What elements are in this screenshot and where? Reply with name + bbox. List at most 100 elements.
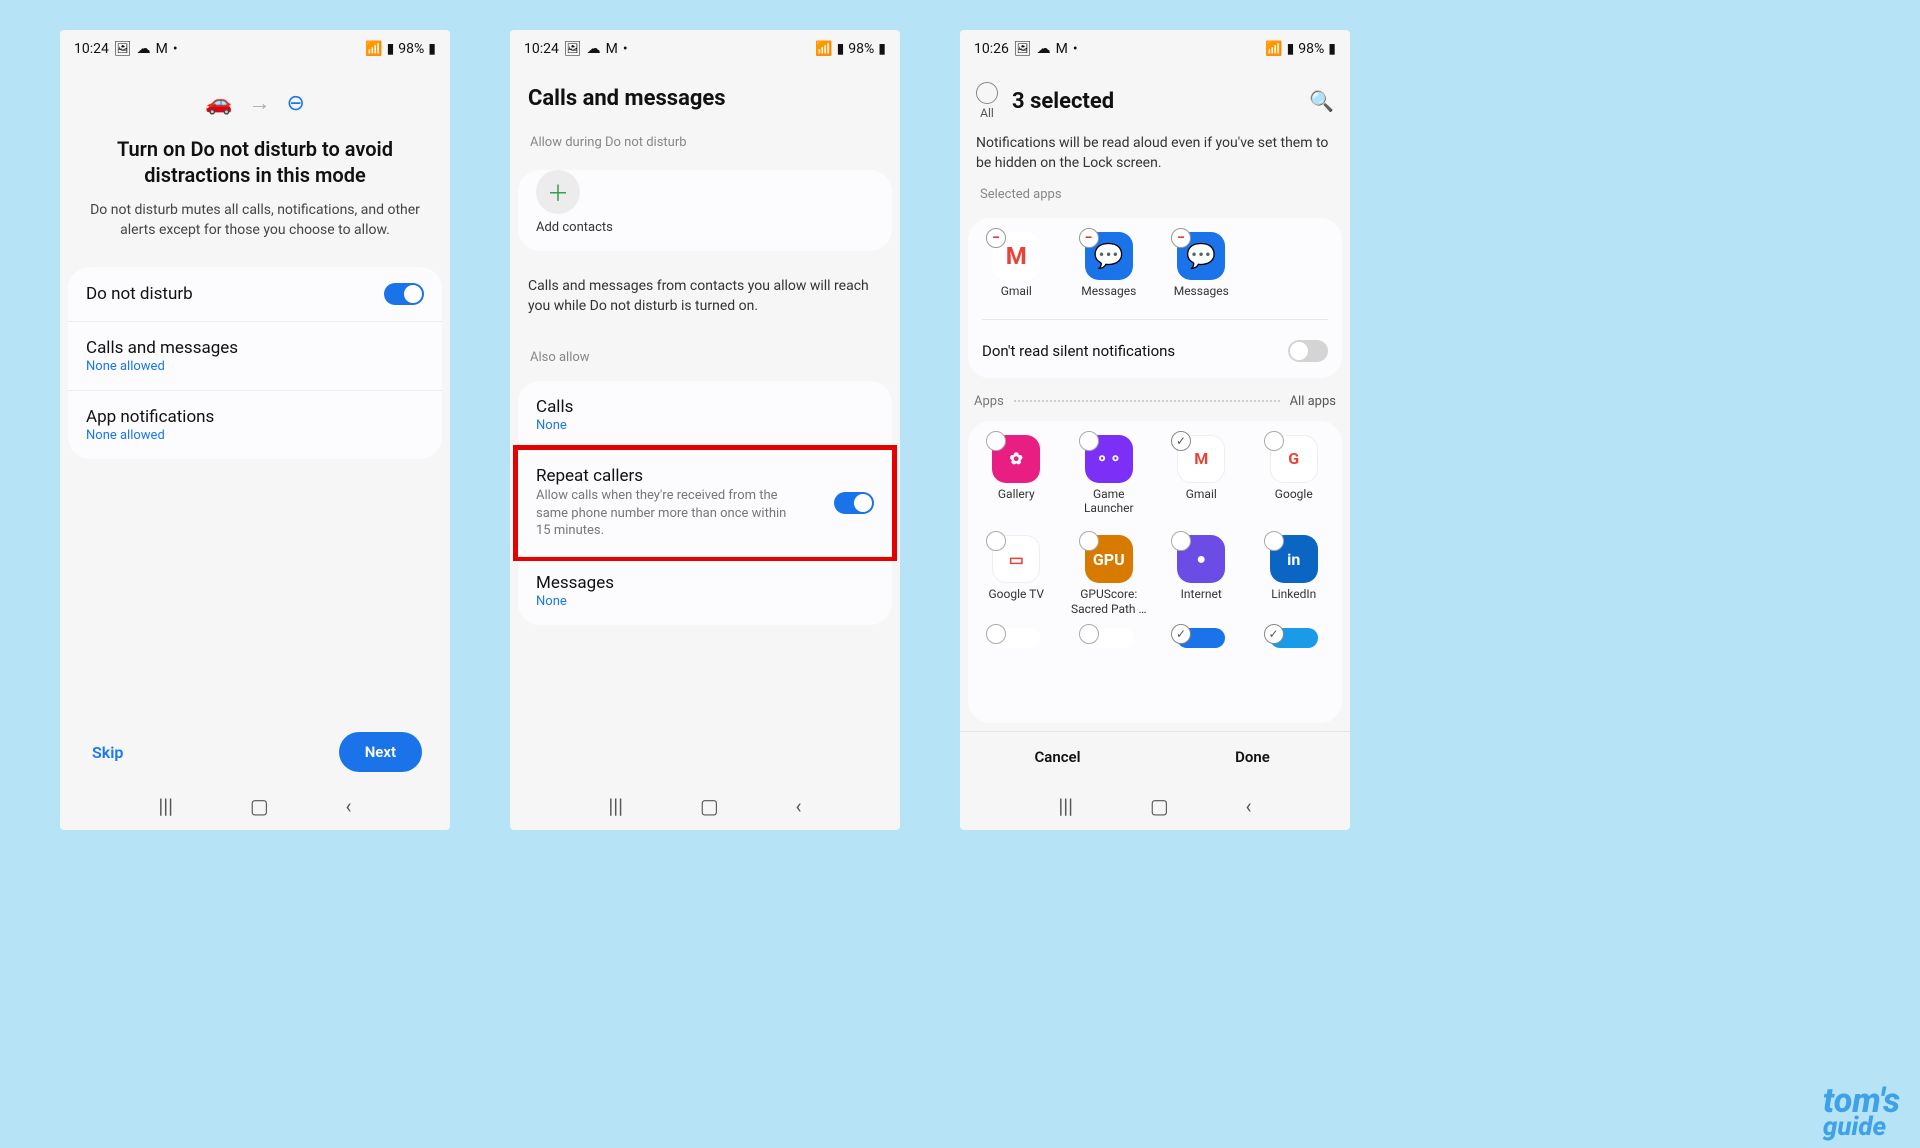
selected-app-cell[interactable]: −💬Messages: [1065, 226, 1154, 304]
calls-row[interactable]: Calls and messages None allowed: [68, 322, 442, 391]
remove-badge-icon[interactable]: −: [1079, 228, 1099, 248]
app-cell[interactable]: ●Internet: [1157, 529, 1246, 622]
plus-icon: ＋: [547, 176, 569, 208]
check-badge: ✓: [1264, 624, 1284, 644]
app-name-label: Messages: [1174, 284, 1229, 298]
calls-label: Calls and messages: [86, 338, 238, 358]
app-name-label: Internet: [1181, 587, 1222, 601]
nav-recents-icon[interactable]: |||: [608, 794, 623, 818]
nav-home-icon[interactable]: ▢: [250, 794, 269, 818]
battery-icon: ▮: [428, 41, 436, 57]
status-time: 10:24: [524, 41, 559, 57]
footer-actions: Skip Next: [60, 732, 450, 782]
cloud-icon: ☁: [587, 41, 601, 57]
nav-recents-icon[interactable]: |||: [158, 794, 173, 818]
gmail-status-icon: M: [606, 41, 618, 57]
selection-count-title: 3 selected: [1012, 89, 1295, 114]
selected-apps-card: −MGmail−💬Messages−💬Messages Don't read s…: [968, 218, 1342, 377]
app-cell[interactable]: ⚬⚬Game Launcher: [1065, 429, 1154, 522]
check-badge: [1079, 624, 1099, 644]
add-contacts-card: ＋ Add contacts: [518, 170, 892, 251]
repeat-callers-toggle[interactable]: [834, 492, 874, 514]
app-cell[interactable]: ✓MGmail: [1157, 429, 1246, 522]
phone-screen-2: 10:24 🖼 ☁ M • 📶 ▮ 98% ▮ Calls and messag…: [510, 30, 900, 830]
selected-apps-label: Selected apps: [960, 187, 1350, 210]
check-badge: ✓: [1171, 431, 1191, 451]
apps-header: Apps: [974, 394, 1004, 409]
search-icon[interactable]: 🔍: [1309, 89, 1334, 113]
dot-icon: •: [623, 41, 628, 57]
check-badge: [1264, 531, 1284, 551]
signal-icon: ▮: [1287, 41, 1295, 57]
silent-label: Don't read silent notifications: [982, 342, 1175, 360]
done-button[interactable]: Done: [1155, 732, 1350, 782]
cancel-button[interactable]: Cancel: [960, 732, 1155, 782]
wifi-icon: 📶: [815, 41, 832, 57]
battery-text: 98%: [1298, 41, 1324, 57]
messages-setting-label: Messages: [536, 573, 614, 593]
nav-home-icon[interactable]: ▢: [1150, 794, 1169, 818]
info-text: Calls and messages from contacts you all…: [510, 259, 900, 334]
selected-app-cell[interactable]: −💬Messages: [1157, 226, 1246, 304]
calls-setting-row[interactable]: Calls None: [518, 381, 892, 450]
nav-home-icon[interactable]: ▢: [700, 794, 719, 818]
phone-screen-1: 10:24 🖼 ☁ M • 📶 ▮ 98% ▮ 🚗 → ⊖ Turn on Do…: [60, 30, 450, 830]
all-apps-link[interactable]: All apps: [1290, 394, 1336, 409]
settings-card: Do not disturb Calls and messages None a…: [68, 267, 442, 459]
calls-setting-label: Calls: [536, 397, 573, 417]
silent-toggle[interactable]: [1288, 340, 1328, 362]
calls-setting-sub: None: [536, 418, 573, 433]
select-all-radio[interactable]: [976, 82, 998, 104]
app-cell[interactable]: ✿Gallery: [972, 429, 1061, 522]
divider: [982, 319, 1328, 320]
nav-bar: ||| ▢ ‹: [960, 782, 1350, 830]
add-contacts-button[interactable]: ＋: [536, 170, 580, 214]
gmail-status-icon: M: [1056, 41, 1068, 57]
battery-icon: ▮: [1328, 41, 1336, 57]
dnd-icon: ⊖: [286, 91, 304, 116]
apps-grid: ✿Gallery⚬⚬Game Launcher✓MGmailGGoogle ▭Go…: [968, 421, 1342, 623]
status-bar: 10:24 🖼 ☁ M • 📶 ▮ 98% ▮: [60, 30, 450, 62]
app-cell-partial[interactable]: [1065, 622, 1154, 658]
check-badge: [986, 624, 1006, 644]
car-icon: 🚗: [205, 91, 232, 116]
page-title: Calls and messages: [510, 62, 900, 119]
status-time: 10:26: [974, 41, 1009, 57]
app-cell-partial[interactable]: ✓: [1250, 622, 1339, 658]
nav-back-icon[interactable]: ‹: [796, 794, 802, 818]
silent-notifications-row[interactable]: Don't read silent notifications: [968, 324, 1342, 378]
add-contacts-label: Add contacts: [518, 220, 892, 249]
app-cell[interactable]: ▭Google TV: [972, 529, 1061, 622]
apps-row[interactable]: App notifications None allowed: [68, 391, 442, 459]
battery-text: 98%: [398, 41, 424, 57]
dot-icon: •: [173, 41, 178, 57]
dnd-toggle[interactable]: [384, 283, 424, 305]
messages-setting-row[interactable]: Messages None: [518, 556, 892, 625]
check-badge: [1079, 531, 1099, 551]
app-cell-partial[interactable]: [972, 622, 1061, 658]
bottom-actions: Cancel Done: [960, 731, 1350, 782]
messages-setting-sub: None: [536, 594, 614, 609]
signal-icon: ▮: [837, 41, 845, 57]
app-cell[interactable]: GPUGPUScore: Sacred Path …: [1065, 529, 1154, 622]
nav-back-icon[interactable]: ‹: [346, 794, 352, 818]
apps-label: App notifications: [86, 407, 214, 427]
notice-text: Notifications will be read aloud even if…: [960, 124, 1350, 187]
app-cell-partial[interactable]: ✓: [1157, 622, 1246, 658]
dnd-row[interactable]: Do not disturb: [68, 267, 442, 322]
nav-recents-icon[interactable]: |||: [1058, 794, 1073, 818]
cloud-icon: ☁: [137, 41, 151, 57]
check-badge: [986, 431, 1006, 451]
app-cell[interactable]: inLinkedIn: [1250, 529, 1339, 622]
nav-bar: ||| ▢ ‹: [510, 782, 900, 830]
allow-section-label: Allow during Do not disturb: [510, 119, 900, 158]
also-allow-label: Also allow: [510, 334, 900, 373]
skip-button[interactable]: Skip: [88, 735, 127, 770]
selected-app-cell[interactable]: −MGmail: [972, 226, 1061, 304]
app-name-label: Google TV: [988, 587, 1044, 601]
repeat-callers-row[interactable]: Repeat callers Allow calls when they're …: [518, 450, 892, 556]
app-cell[interactable]: GGoogle: [1250, 429, 1339, 522]
next-button[interactable]: Next: [339, 732, 422, 772]
nav-back-icon[interactable]: ‹: [1246, 794, 1252, 818]
nav-bar: ||| ▢ ‹: [60, 782, 450, 830]
